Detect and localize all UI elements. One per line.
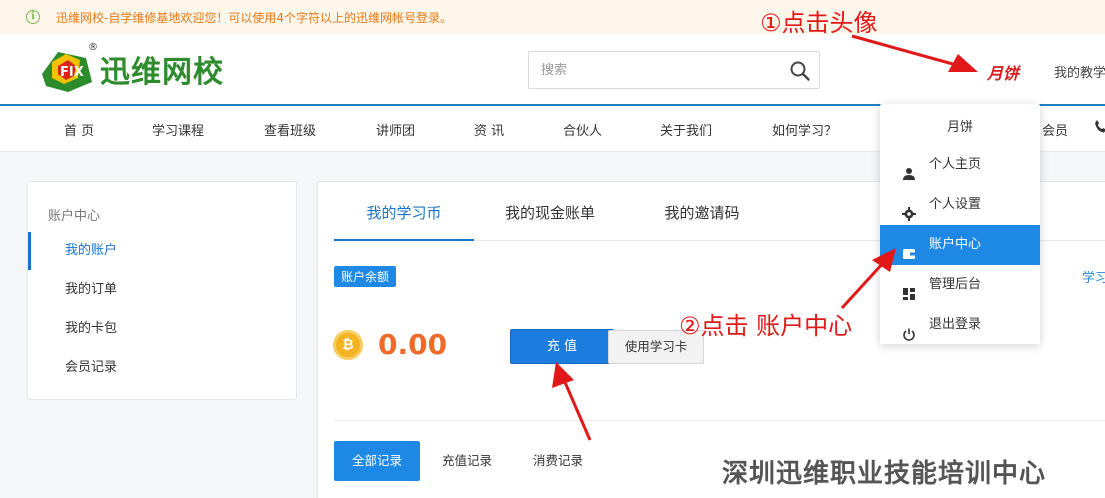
site-logo[interactable]: FIX ® 迅维网校	[38, 42, 224, 94]
dropdown-user-name: 月饼	[946, 120, 973, 135]
menu-item-profile[interactable]: 个人主页	[880, 145, 1040, 185]
site-header: FIX ® 迅维网校 月饼 我的教学	[0, 34, 1105, 106]
sidebar-item-member-records[interactable]: 会员记录	[28, 349, 296, 387]
phone-icon[interactable]	[1094, 119, 1105, 133]
notice-bar: i 迅维网校-自学维修基地欢迎您！可以使用4个字符以上的迅维网帐号登录。	[0, 0, 1105, 34]
tab-recharge-records[interactable]: 充值记录	[426, 441, 508, 481]
logo-mark-icon: FIX ®	[38, 42, 98, 94]
tab-learning-coins[interactable]: 我的学习币	[334, 182, 474, 241]
svg-text:FIX: FIX	[60, 65, 84, 80]
nav-item-home[interactable]: 首 页	[64, 120, 94, 139]
balance-amount: 0.00	[378, 328, 448, 361]
account-sidebar: 账户中心 我的账户 我的订单 我的卡包 会员记录	[27, 181, 297, 400]
menu-item-label: 个人主页	[929, 157, 982, 172]
nav-item-classes[interactable]: 查看班级	[264, 120, 316, 139]
user-avatar-name[interactable]: 月饼	[987, 60, 1019, 84]
annotation-step2: ②点击 账户中心	[679, 312, 853, 340]
learning-link[interactable]: 学习	[1082, 267, 1105, 286]
menu-item-account-center[interactable]: 账户中心	[880, 225, 1040, 265]
nav-item-lecturers[interactable]: 讲师团	[376, 120, 415, 139]
logo-text: 迅维网校	[100, 55, 224, 90]
menu-item-label: 个人设置	[929, 197, 982, 212]
sidebar-item-my-orders[interactable]: 我的订单	[28, 271, 296, 309]
divider	[334, 420, 1105, 421]
watermark-text: 深圳迅维职业技能培训中心	[722, 459, 1047, 489]
annotation-step1: ①点击头像	[760, 9, 878, 37]
menu-item-label: 账户中心	[929, 237, 982, 252]
search-icon[interactable]	[789, 60, 811, 82]
my-teaching-link[interactable]: 我的教学	[1054, 62, 1105, 81]
wallet-icon	[902, 238, 916, 259]
user-dropdown-menu: 月饼 个人主页 个人设置 账户中心 管理后台 退出登录	[880, 104, 1040, 344]
logo-registered-mark: ®	[88, 42, 98, 53]
menu-item-label: 退出登录	[929, 317, 982, 332]
tab-cash-bill[interactable]: 我的现金账单	[492, 182, 608, 241]
nav-item-about[interactable]: 关于我们	[660, 120, 712, 139]
balance-badge: 账户余额	[334, 266, 397, 287]
menu-item-label: 管理后台	[929, 277, 982, 292]
sidebar-title: 账户中心	[48, 209, 101, 224]
power-icon	[902, 318, 916, 341]
search-input[interactable]	[529, 52, 769, 88]
menu-item-logout[interactable]: 退出登录	[880, 305, 1040, 345]
search-box	[528, 51, 820, 89]
menu-item-settings[interactable]: 个人设置	[880, 185, 1040, 225]
bitcoin-coin-icon: ₿	[333, 330, 363, 360]
nav-item-courses[interactable]: 学习课程	[152, 120, 204, 139]
nav-item-news[interactable]: 资 讯	[474, 120, 504, 139]
recharge-button[interactable]: 充 值	[510, 329, 614, 364]
sidebar-item-my-account[interactable]: 我的账户	[28, 232, 296, 270]
menu-item-admin[interactable]: 管理后台	[880, 265, 1040, 305]
gear-icon	[902, 198, 916, 221]
nav-item-how-to-learn[interactable]: 如何学习？	[772, 120, 837, 139]
nav-item-partners[interactable]: 合伙人	[563, 120, 602, 139]
user-icon	[902, 158, 916, 180]
nav-item-membership[interactable]: 会员	[1042, 120, 1068, 139]
info-icon: i	[26, 10, 40, 24]
sidebar-item-my-cards[interactable]: 我的卡包	[28, 310, 296, 348]
tab-consumption-records[interactable]: 消费记录	[516, 441, 600, 481]
dashboard-icon	[902, 278, 916, 300]
notice-text: 迅维网校-自学维修基地欢迎您！可以使用4个字符以上的迅维网帐号登录。	[56, 10, 452, 25]
tab-invite-code[interactable]: 我的邀请码	[652, 182, 752, 241]
tab-all-records[interactable]: 全部记录	[334, 441, 420, 481]
